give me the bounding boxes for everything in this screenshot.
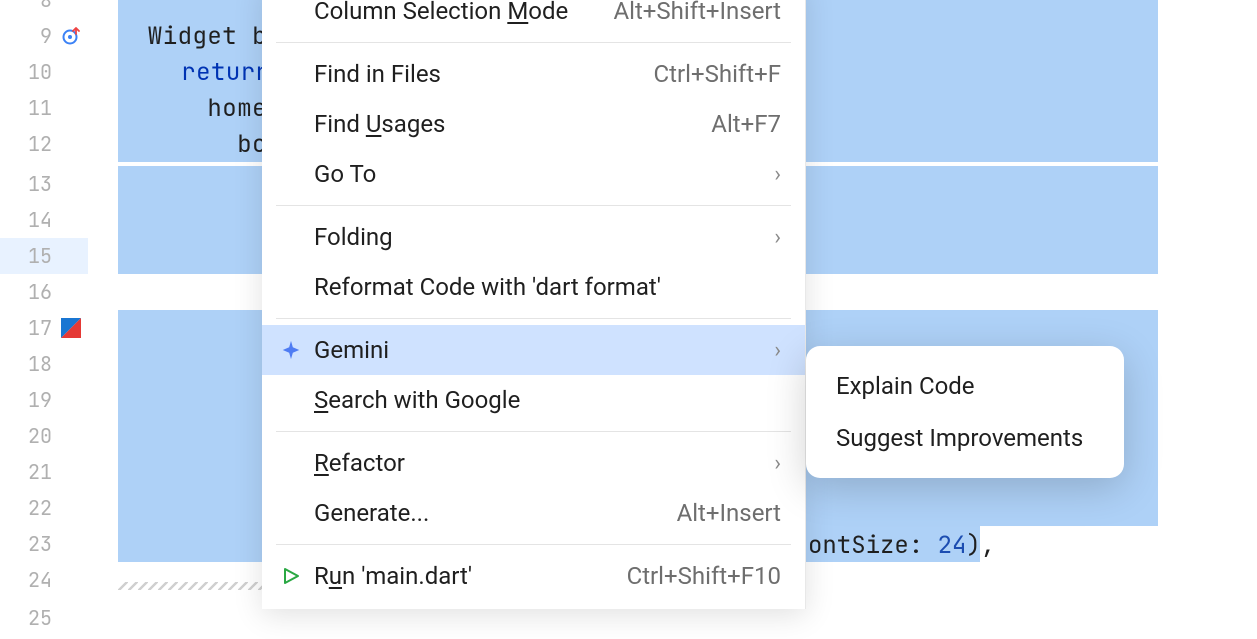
menu-item-label: Folding — [314, 223, 774, 251]
warning-squiggly — [118, 582, 262, 590]
menu-item-label: Find in Files — [314, 60, 654, 88]
menu-item-label: Gemini — [314, 336, 774, 364]
run-icon — [278, 563, 304, 589]
gutter-line[interactable]: 23 — [0, 526, 88, 562]
menu-item-go-to[interactable]: Go To› — [262, 149, 805, 199]
menu-item-label: Run 'main.dart' — [314, 562, 627, 590]
line-number: 17 — [28, 315, 52, 341]
line-number: 24 — [28, 567, 52, 593]
menu-shortcut: Ctrl+Shift+F — [654, 60, 781, 88]
menu-item-label: Refactor — [314, 449, 774, 477]
menu-item-label: Go To — [314, 160, 774, 188]
editor-viewport: 8 9 10 11 12 13 14 15 16 17 18 19 20 21 22 23 24 25 Widge… — [0, 0, 1257, 639]
menu-item-reformat-dart[interactable]: Reformat Code with 'dart format' — [262, 262, 805, 312]
menu-item-folding[interactable]: Folding› — [262, 212, 805, 262]
submenu-item-label: Suggest Improvements — [836, 424, 1100, 452]
gutter-line[interactable]: 14 — [0, 202, 88, 238]
menu-separator — [276, 205, 791, 206]
menu-item-find-usages[interactable]: Find UsagesAlt+F7 — [262, 99, 805, 149]
sparkle-icon — [278, 337, 304, 363]
gutter-line[interactable]: 17 — [0, 310, 88, 346]
gutter-line[interactable]: 22 — [0, 490, 88, 526]
line-number: 25 — [28, 605, 52, 631]
gutter-line[interactable]: 24 — [0, 562, 88, 598]
line-number: 11 — [28, 95, 52, 121]
code-keyword: return — [122, 57, 271, 88]
menu-item-label: Reformat Code with 'dart format' — [314, 273, 781, 301]
chevron-right-icon: › — [774, 162, 781, 187]
gutter-line[interactable]: 16 — [0, 274, 88, 310]
menu-shortcut: Alt+Insert — [677, 499, 781, 527]
menu-item-gemini[interactable]: Gemini› — [262, 325, 805, 375]
menu-separator — [276, 431, 791, 432]
flutter-preview-icon[interactable] — [60, 317, 82, 339]
gutter-line[interactable]: 15 — [0, 238, 88, 274]
gutter-line[interactable]: 20 — [0, 418, 88, 454]
chevron-right-icon: › — [774, 451, 781, 476]
code-text: Widget b — [118, 21, 267, 52]
code-fragment: ontSize: 24), — [808, 530, 995, 561]
line-number: 8 — [40, 0, 52, 13]
line-number: 19 — [28, 387, 52, 413]
code-text: home — [118, 93, 267, 124]
menu-shortcut: Alt+Shift+Insert — [613, 0, 781, 25]
menu-separator — [276, 42, 791, 43]
context-menu: Column Selection ModeAlt+Shift+Insert Fin… — [262, 0, 806, 609]
line-number: 12 — [28, 131, 52, 157]
line-number: 14 — [28, 207, 52, 233]
line-number: 15 — [28, 243, 52, 269]
gemini-submenu: Explain Code Suggest Improvements — [806, 346, 1124, 478]
line-number: 21 — [28, 459, 52, 485]
submenu-item-suggest-improvements[interactable]: Suggest Improvements — [806, 412, 1124, 464]
code-text: bo — [118, 129, 267, 160]
override-icon[interactable] — [60, 25, 82, 47]
menu-item-label: Generate... — [314, 499, 677, 527]
submenu-item-label: Explain Code — [836, 372, 1100, 400]
code-text: ontSize: — [808, 530, 923, 561]
gutter-line[interactable]: 11 — [0, 90, 88, 126]
line-number: 16 — [28, 279, 52, 305]
menu-item-find-in-files[interactable]: Find in FilesCtrl+Shift+F — [262, 49, 805, 99]
gutter-line[interactable]: 10 — [0, 54, 88, 90]
menu-item-search-google[interactable]: Search with Google — [262, 375, 805, 425]
menu-separator — [276, 318, 791, 319]
menu-item-column-selection[interactable]: Column Selection ModeAlt+Shift+Insert — [262, 0, 805, 36]
line-number: 20 — [28, 423, 52, 449]
menu-item-label: Find Usages — [314, 110, 711, 138]
line-number: 9 — [40, 23, 52, 49]
gutter-line[interactable]: 25 — [0, 600, 88, 636]
menu-item-label: Search with Google — [314, 386, 781, 414]
menu-item-label: Column Selection Mode — [314, 0, 613, 25]
menu-item-run-main[interactable]: Run 'main.dart'Ctrl+Shift+F10 — [262, 551, 805, 601]
gutter-line[interactable]: 9 — [0, 18, 88, 54]
submenu-item-explain-code[interactable]: Explain Code — [806, 360, 1124, 412]
menu-separator — [276, 544, 791, 545]
line-number: 18 — [28, 351, 52, 377]
menu-shortcut: Ctrl+Shift+F10 — [627, 562, 781, 590]
menu-item-refactor[interactable]: Refactor› — [262, 438, 805, 488]
line-number: 23 — [28, 531, 52, 557]
line-number: 22 — [28, 495, 52, 521]
gutter: 8 9 10 11 12 13 14 15 16 17 18 19 20 21 22 23 24 25 — [0, 0, 88, 639]
code-number: 24 — [923, 530, 966, 561]
gutter-line[interactable]: 12 — [0, 126, 88, 162]
gutter-line[interactable]: 8 — [0, 0, 88, 18]
chevron-right-icon: › — [774, 338, 781, 363]
gutter-line[interactable]: 19 — [0, 382, 88, 418]
gutter-line[interactable]: 13 — [0, 166, 88, 202]
line-number: 10 — [28, 59, 52, 85]
chevron-right-icon: › — [774, 225, 781, 250]
menu-item-generate[interactable]: Generate...Alt+Insert — [262, 488, 805, 538]
gutter-line[interactable]: 21 — [0, 454, 88, 490]
line-number: 13 — [28, 171, 52, 197]
code-text: ), — [966, 530, 995, 561]
menu-shortcut: Alt+F7 — [711, 110, 781, 138]
gutter-line[interactable]: 18 — [0, 346, 88, 382]
